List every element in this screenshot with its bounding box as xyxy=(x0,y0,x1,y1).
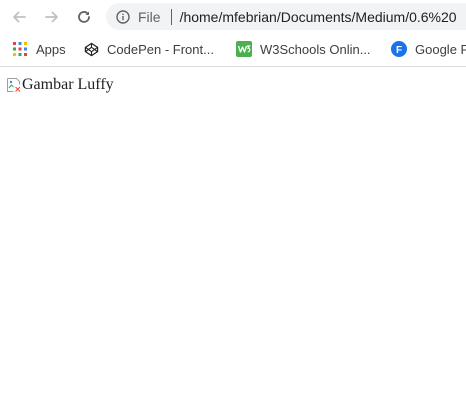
codepen-icon xyxy=(83,41,99,57)
broken-image-icon xyxy=(7,78,21,92)
url-scheme-label: File xyxy=(138,8,161,25)
bookmark-w3schools[interactable]: W3Schools Onlin... xyxy=(236,40,371,58)
bookmarks-bar: Apps CodePen - Front... W3Schools Onlin.… xyxy=(0,33,466,67)
svg-text:F: F xyxy=(396,45,402,56)
bookmark-apps[interactable]: Apps xyxy=(12,40,66,58)
back-button[interactable] xyxy=(7,5,31,29)
back-arrow-icon xyxy=(13,11,26,23)
address-bar[interactable]: File /home/mfebrian/Documents/Medium/0.6… xyxy=(106,3,466,30)
google-forms-icon: F xyxy=(391,41,407,57)
bookmark-label: Google F xyxy=(415,41,466,57)
image-alt-text: Gambar Luffy xyxy=(22,76,114,93)
bookmark-label: Apps xyxy=(36,41,66,57)
broken-image: Gambar Luffy xyxy=(6,76,114,94)
apps-grid-icon xyxy=(12,41,28,57)
bookmark-label: W3Schools Onlin... xyxy=(260,41,371,57)
url-text[interactable]: /home/mfebrian/Documents/Medium/0.6%20 xyxy=(180,9,457,25)
omnibox-separator xyxy=(170,8,172,25)
w3schools-icon xyxy=(236,41,252,57)
reload-icon xyxy=(78,11,90,23)
reload-button[interactable] xyxy=(72,5,96,29)
forward-button[interactable] xyxy=(40,5,64,29)
bookmark-label: CodePen - Front... xyxy=(107,41,214,57)
bookmark-google-forms[interactable]: F Google F xyxy=(391,40,466,58)
page-content: Gambar Luffy xyxy=(0,67,466,418)
browser-toolbar: File /home/mfebrian/Documents/Medium/0.6… xyxy=(0,0,466,33)
info-icon[interactable] xyxy=(116,9,130,24)
bookmark-codepen[interactable]: CodePen - Front... xyxy=(83,40,214,58)
forward-arrow-icon xyxy=(45,11,58,23)
